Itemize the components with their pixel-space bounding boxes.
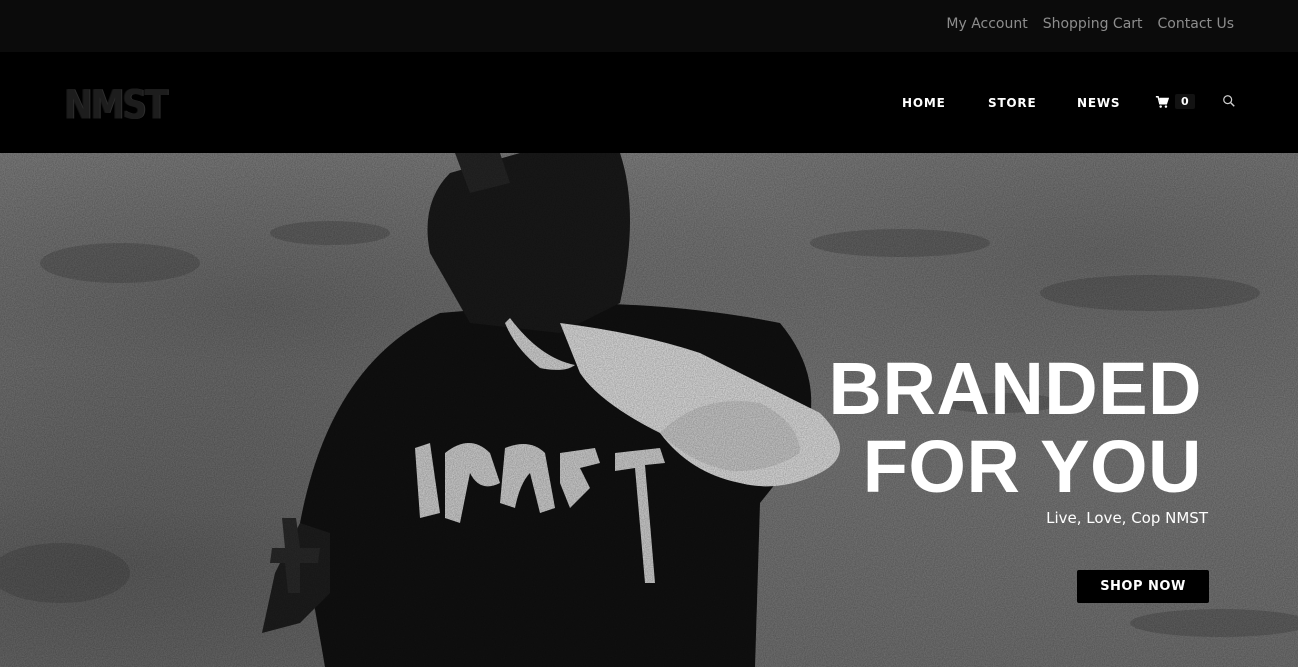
my-account-link[interactable]: My Account bbox=[946, 16, 1027, 32]
shop-now-button[interactable]: SHOP NOW bbox=[1077, 570, 1209, 603]
nav-news[interactable]: NEWS bbox=[1077, 96, 1120, 110]
cart-button[interactable]: 0 bbox=[1155, 94, 1195, 109]
nav-home[interactable]: HOME bbox=[902, 96, 946, 110]
cart-icon bbox=[1155, 95, 1169, 108]
contact-us-link[interactable]: Contact Us bbox=[1158, 16, 1234, 32]
cart-count-badge: 0 bbox=[1175, 94, 1195, 109]
hero-tagline: Live, Love, Cop NMST bbox=[1046, 509, 1208, 527]
main-navbar: NMST HOME STORE NEWS 0 bbox=[0, 52, 1298, 153]
main-nav: HOME STORE NEWS 0 bbox=[0, 94, 1298, 116]
top-bar: My Account Shopping Cart Contact Us bbox=[0, 0, 1298, 52]
search-icon[interactable] bbox=[1222, 94, 1236, 108]
hero-headline: BRANDED FOR YOU bbox=[829, 350, 1203, 506]
top-links: My Account Shopping Cart Contact Us bbox=[946, 16, 1234, 32]
nav-store[interactable]: STORE bbox=[988, 96, 1036, 110]
hero-banner: BRANDED FOR YOU Live, Love, Cop NMST SHO… bbox=[0, 153, 1298, 667]
headline-line-2: FOR YOU bbox=[862, 425, 1202, 508]
shopping-cart-link[interactable]: Shopping Cart bbox=[1043, 16, 1143, 32]
headline-line-1: BRANDED bbox=[828, 347, 1202, 430]
